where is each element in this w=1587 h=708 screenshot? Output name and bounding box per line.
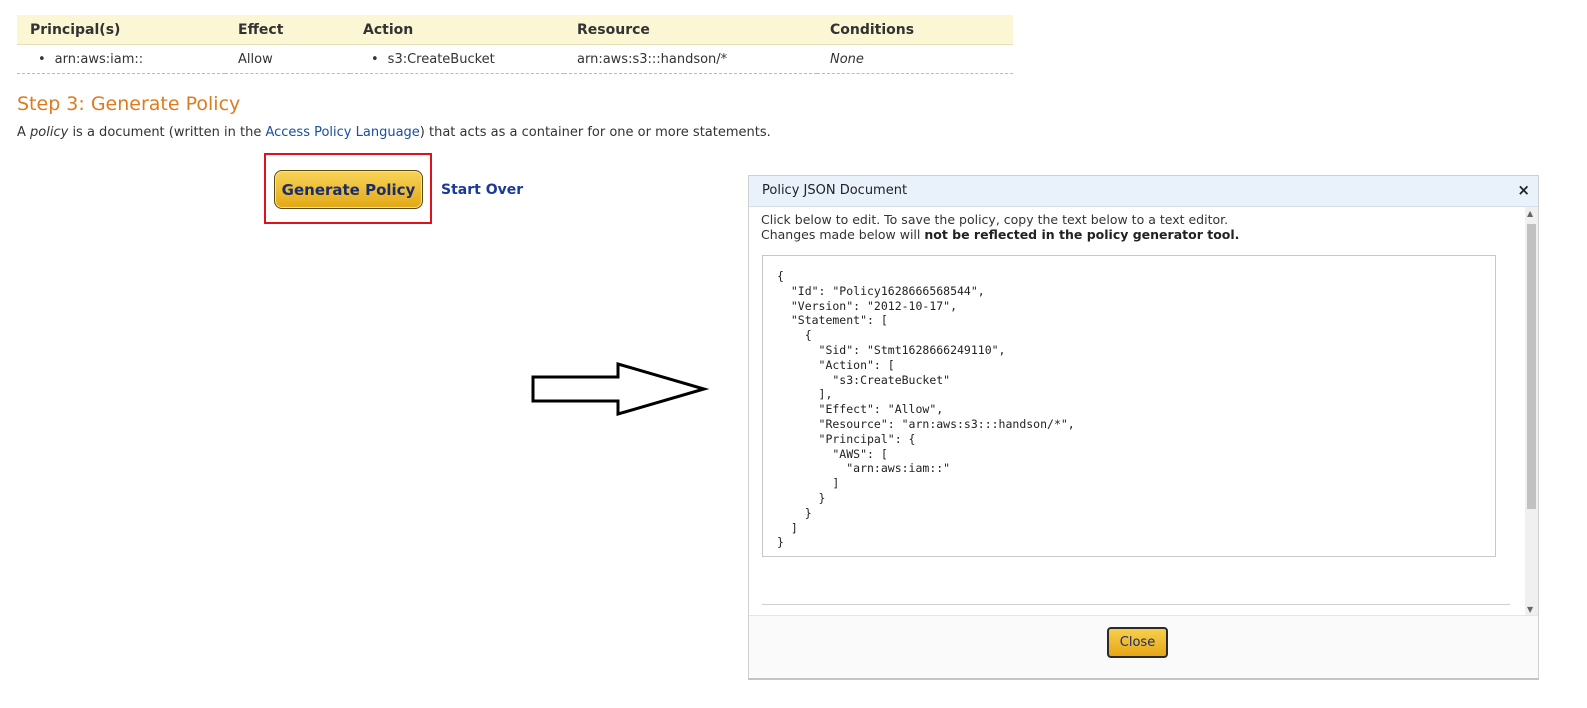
bullet-icon — [363, 52, 388, 67]
header-conditions: Conditions — [817, 15, 1013, 45]
statement-table-header: Principal(s) Effect Action Resource Cond… — [17, 15, 1013, 45]
policy-json-dialog: Policy JSON Document × Click below to ed… — [748, 175, 1539, 680]
divider — [762, 604, 1510, 605]
scrollbar-thumb[interactable] — [1527, 224, 1536, 509]
access-policy-language-link[interactable]: Access Policy Language — [265, 125, 419, 140]
desc-policy-word: policy — [30, 125, 69, 140]
generate-policy-button[interactable]: Generate Policy — [274, 170, 423, 209]
action-value: s3:CreateBucket — [387, 51, 495, 67]
chevron-up-icon[interactable]: ▲ — [1527, 209, 1533, 218]
cell-principal: arn:aws:iam:: — [17, 44, 225, 74]
right-arrow-outline-icon — [531, 362, 710, 416]
header-effect: Effect — [225, 15, 350, 45]
desc-prefix: A — [17, 125, 31, 140]
note-line-2-bold: not be reflected in the policy generator… — [924, 227, 1240, 242]
note-line-2: Changes made below will not be reflected… — [761, 227, 1239, 242]
cell-resource: arn:aws:s3:::handson/* — [564, 44, 817, 74]
chevron-down-icon[interactable]: ▼ — [1527, 605, 1533, 614]
header-principals: Principal(s) — [17, 15, 225, 45]
desc-middle: is a document (written in the — [68, 125, 266, 140]
header-resource: Resource — [564, 15, 817, 45]
step-3-description: A policy is a document (written in the A… — [17, 125, 771, 140]
close-icon[interactable]: × — [1517, 181, 1530, 199]
header-action: Action — [350, 15, 564, 45]
note-line-1: Click below to edit. To save the policy,… — [761, 212, 1229, 227]
dialog-title: Policy JSON Document — [762, 183, 908, 198]
dialog-footer: Close — [749, 615, 1538, 678]
cell-action: s3:CreateBucket — [350, 44, 564, 74]
table-row: arn:aws:iam:: Allow s3:CreateBucket arn:… — [17, 44, 1013, 74]
note-line-2-prefix: Changes made below will — [761, 227, 925, 242]
dialog-scrollbar[interactable]: ▲ ▼ — [1525, 207, 1538, 615]
bullet-icon — [30, 52, 55, 67]
policy-json-textarea[interactable]: { "Id": "Policy1628666568544", "Version"… — [762, 255, 1496, 557]
dialog-header: Policy JSON Document × — [749, 176, 1538, 207]
dialog-body: Click below to edit. To save the policy,… — [749, 207, 1525, 615]
step-3-title: Step 3: Generate Policy — [17, 93, 241, 115]
start-over-link[interactable]: Start Over — [441, 182, 523, 198]
edit-note: Click below to edit. To save the policy,… — [761, 212, 1239, 242]
statement-table: Principal(s) Effect Action Resource Cond… — [17, 15, 1013, 74]
cell-conditions: None — [817, 44, 1013, 74]
desc-suffix: ) that acts as a container for one or mo… — [419, 125, 771, 140]
close-button[interactable]: Close — [1107, 627, 1168, 658]
cell-effect: Allow — [225, 44, 350, 74]
principal-value: arn:aws:iam:: — [54, 51, 144, 67]
